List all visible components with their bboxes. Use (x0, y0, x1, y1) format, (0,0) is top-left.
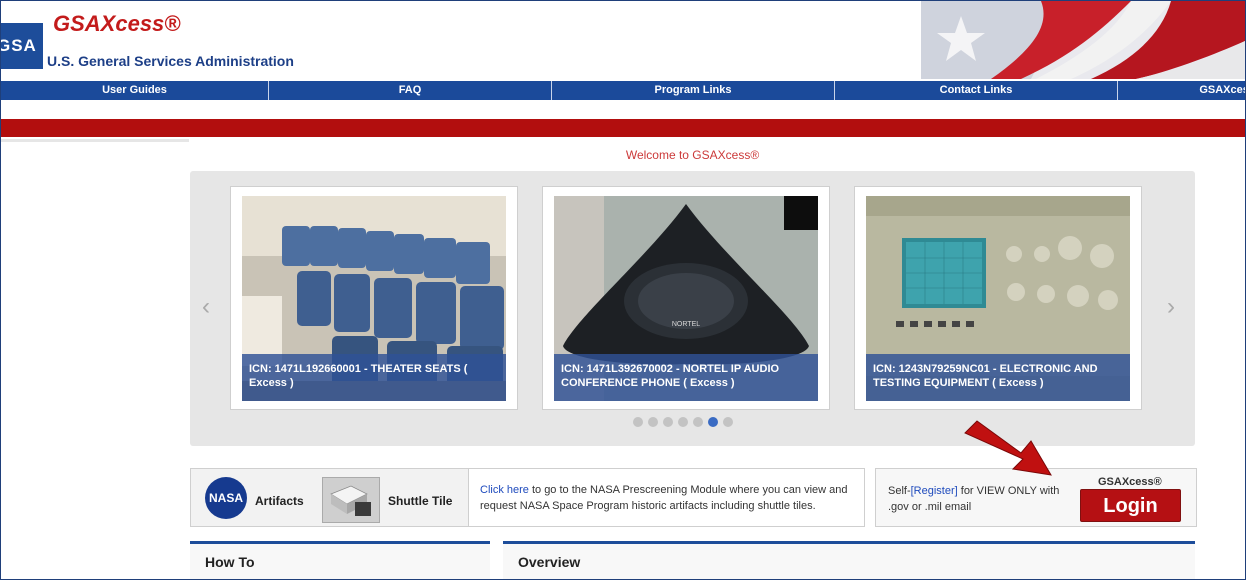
carousel-prev-icon[interactable]: ‹ (202, 293, 210, 321)
nasa-logo-icon[interactable]: NASA (205, 477, 247, 519)
page-frame: GSA GSAXcess® U.S. General Services Admi… (0, 0, 1246, 580)
nasa-description: Click here to go to the NASA Prescreenin… (468, 469, 864, 526)
nav-program-links[interactable]: Program Links (552, 81, 835, 100)
carousel-pagination (633, 417, 733, 427)
carousel-dot[interactable] (663, 417, 673, 427)
flag-banner-image (921, 1, 1245, 79)
self-register-prefix: Self- (888, 485, 911, 497)
carousel-dot[interactable] (678, 417, 688, 427)
carousel-next-icon[interactable]: › (1167, 293, 1175, 321)
nav-contact-links[interactable]: Contact Links (835, 81, 1118, 100)
register-link[interactable]: [Register] (911, 485, 958, 497)
carousel-card-theater-seats[interactable]: ICN: 1471L192660001 - THEATER SEATS ( Ex… (230, 186, 518, 410)
carousel-caption: ICN: 1471L392670002 - NORTEL IP AUDIO CO… (554, 354, 818, 401)
site-header: GSA GSAXcess® U.S. General Services Admi… (1, 1, 1245, 79)
nav-gsaxcess-label: GSAXcess (1199, 84, 1245, 96)
carousel-dot[interactable] (633, 417, 643, 427)
self-register-text: Self-[Register] for VIEW ONLY with .gov … (888, 483, 1073, 515)
nav-gsaxcess[interactable]: GSAXcess (1118, 81, 1245, 100)
carousel-card-conference-phone[interactable]: NORTEL ICN: 1471L392670002 - NORTEL IP A… (542, 186, 830, 410)
carousel-caption: ICN: 1471L192660001 - THEATER SEATS ( Ex… (242, 354, 506, 401)
agency-name: U.S. General Services Administration (47, 53, 294, 69)
gsa-logo[interactable]: GSA (1, 23, 43, 69)
how-to-heading: How To (205, 554, 255, 570)
svg-text:NORTEL: NORTEL (672, 321, 700, 328)
welcome-text: Welcome to GSAXcess® (625, 148, 760, 162)
login-button[interactable]: Login (1080, 489, 1181, 522)
red-banner-bar (1, 119, 1245, 137)
login-label: GSAXcess® (1098, 476, 1162, 488)
divider (1, 139, 189, 142)
carousel-dot[interactable] (708, 417, 718, 427)
nasa-click-here-link[interactable]: Click here (480, 484, 529, 496)
carousel-dot[interactable] (693, 417, 703, 427)
overview-heading: Overview (518, 554, 581, 570)
shuttle-tile-label: Shuttle Tile (388, 494, 453, 508)
login-panel: Self-[Register] for VIEW ONLY with .gov … (875, 468, 1197, 527)
how-to-panel: How To (190, 541, 490, 579)
overview-panel: Overview (503, 541, 1195, 579)
carousel-caption: ICN: 1243N79259NC01 - ELECTRONIC AND TES… (866, 354, 1130, 401)
carousel-dot[interactable] (723, 417, 733, 427)
brand-title: GSAXcess® (53, 11, 181, 36)
artifacts-label: Artifacts (255, 494, 304, 508)
nav-user-guides[interactable]: User Guides (1, 81, 269, 100)
nasa-artifacts-banner: NASA Artifacts Shuttle Tile Click here t… (190, 468, 865, 527)
main-nav: User Guides FAQ Program Links Contact Li… (1, 81, 1245, 100)
carousel-card-testing-equipment[interactable]: ICN: 1243N79259NC01 - ELECTRONIC AND TES… (854, 186, 1142, 410)
carousel-dot[interactable] (648, 417, 658, 427)
nasa-description-text: to go to the NASA Prescreening Module wh… (480, 484, 848, 512)
shuttle-tile-image (322, 477, 380, 523)
featured-carousel: ‹ › ICN: 1471L192660001 - THEATER SEATS … (190, 171, 1195, 446)
nav-faq[interactable]: FAQ (269, 81, 552, 100)
